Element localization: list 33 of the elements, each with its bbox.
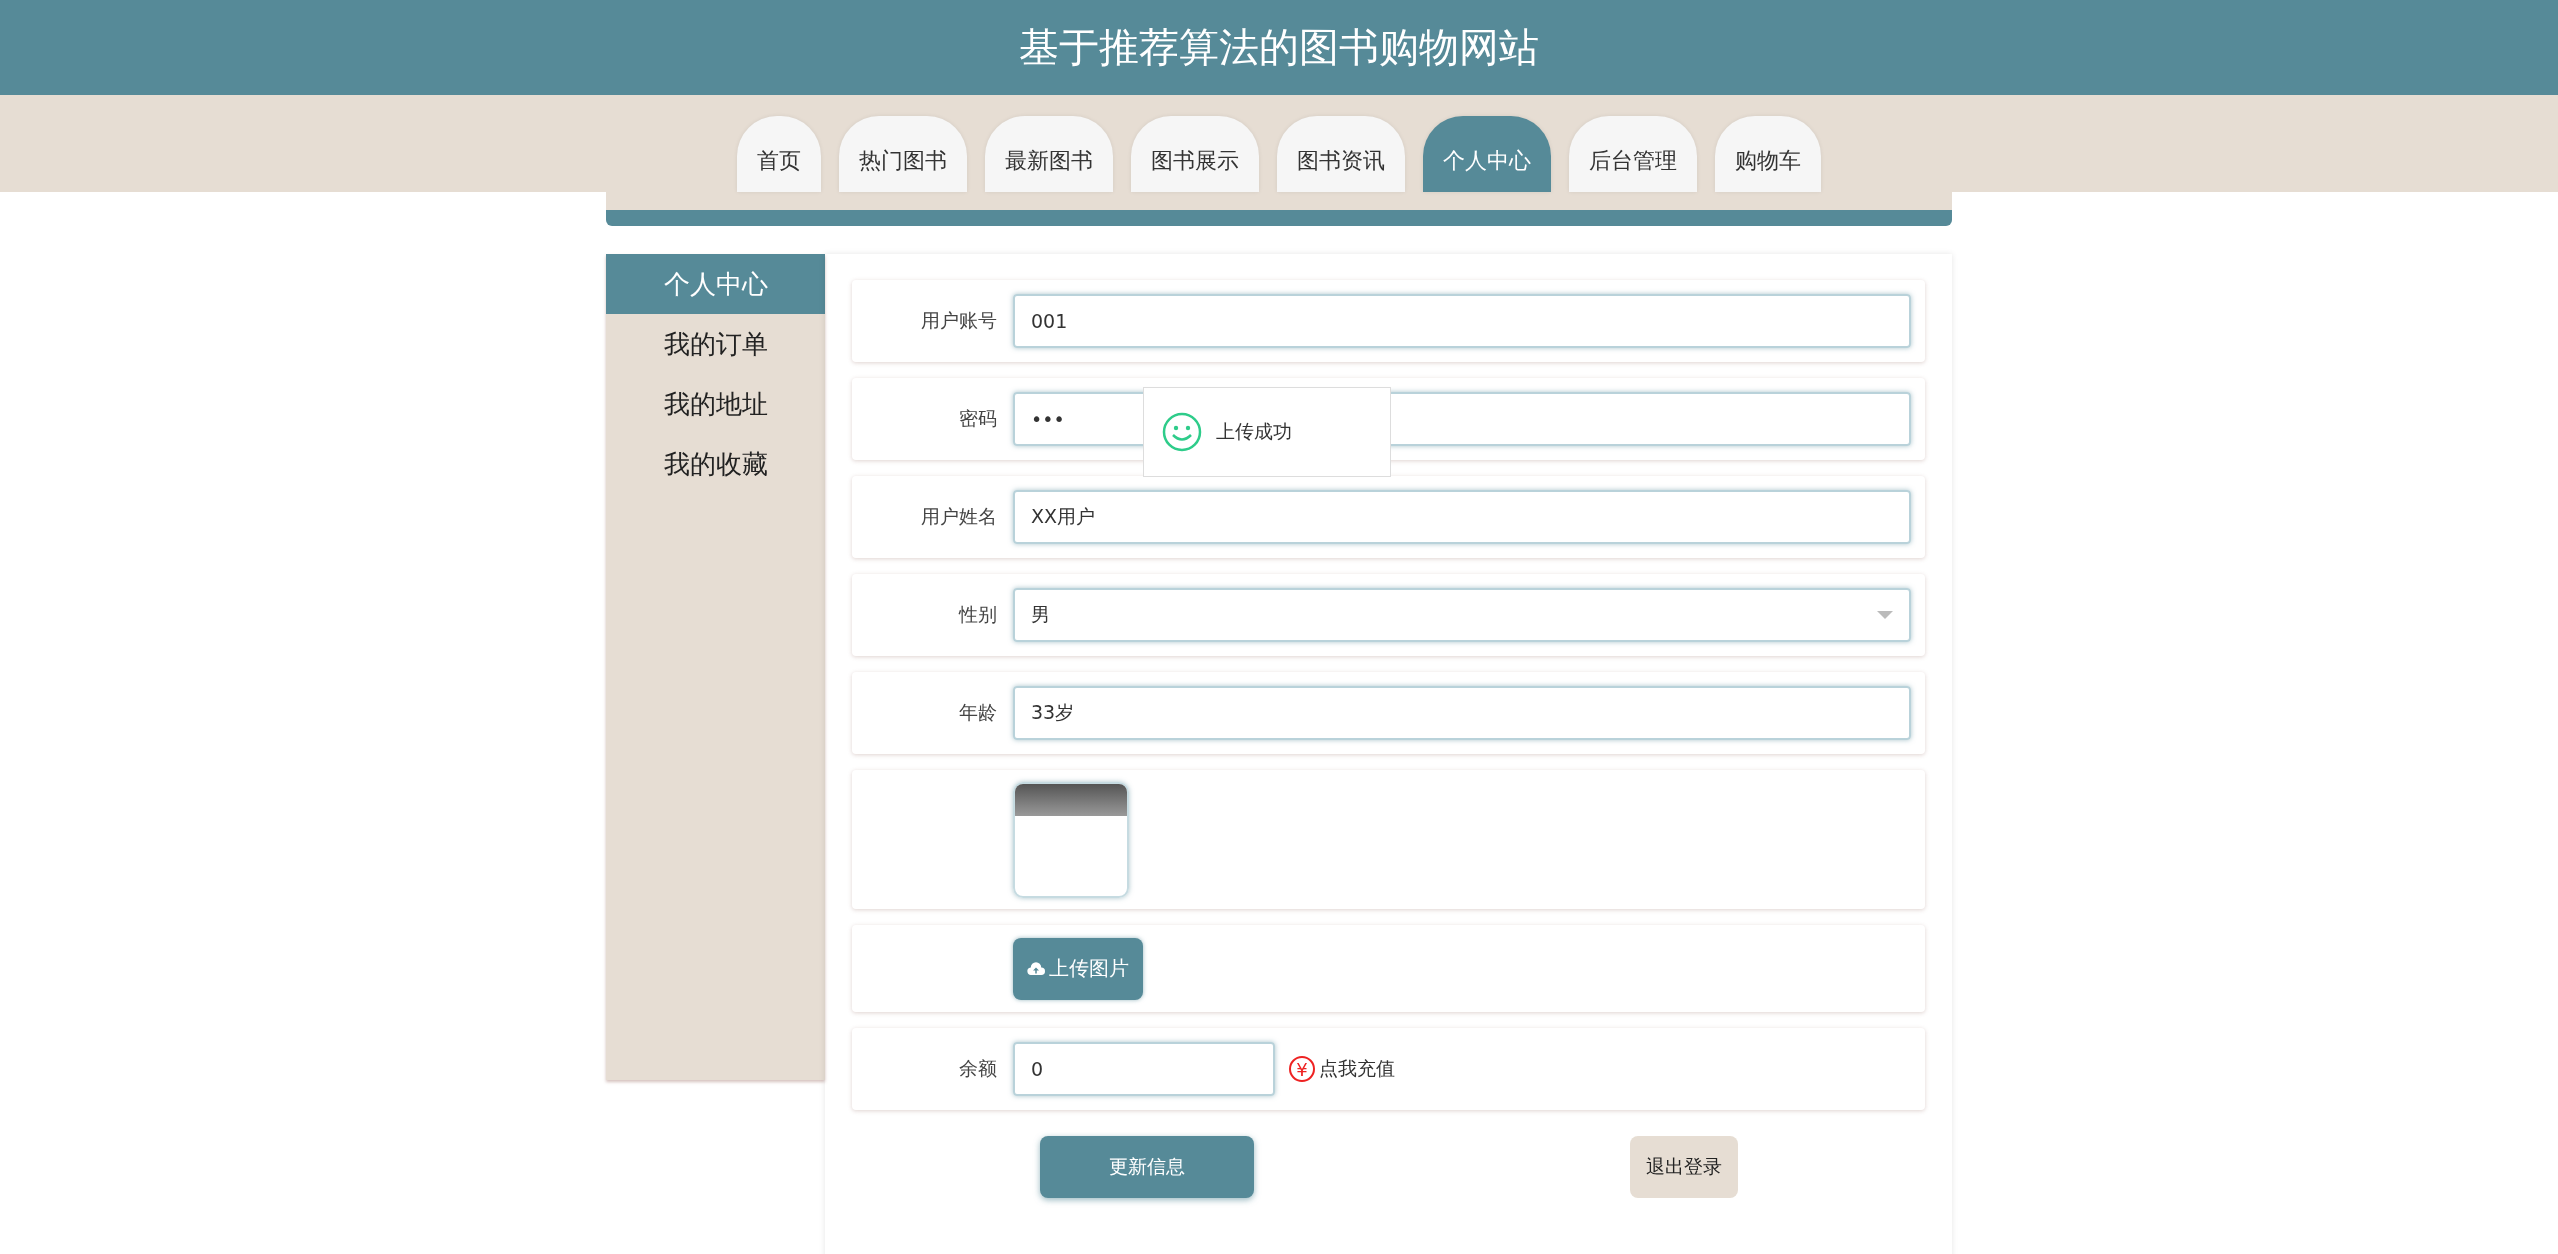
nav-tab[interactable]: 购物车	[1715, 116, 1821, 192]
site-title: 基于推荐算法的图书购物网站	[1019, 23, 1539, 72]
smiley-icon	[1162, 412, 1202, 452]
field-label: 年龄	[958, 700, 998, 725]
sidebar-item[interactable]: 个人中心	[606, 254, 825, 314]
recharge-link[interactable]: 点我充值	[1319, 1056, 1395, 1082]
nav-tab[interactable]: 后台管理	[1569, 116, 1697, 192]
nav-tab[interactable]: 热门图书	[839, 116, 967, 192]
field-label: 用户姓名	[920, 504, 998, 529]
field-label: 余额	[958, 1056, 998, 1081]
nav-tab[interactable]: 图书展示	[1131, 116, 1259, 192]
nav-tab[interactable]: 图书资讯	[1277, 116, 1405, 192]
yen-icon: ¥	[1289, 1056, 1315, 1082]
nav-tab[interactable]: 最新图书	[985, 116, 1113, 192]
field-label: 性别	[957, 602, 998, 627]
cloud-upload-icon	[1027, 961, 1045, 976]
toast-text: 上传成功	[1216, 419, 1292, 444]
sidebar-item[interactable]: 我的订单	[606, 314, 825, 374]
upload-button[interactable]: 上传图片	[1013, 937, 1143, 1000]
nav-tab[interactable]: 个人中心	[1423, 116, 1551, 192]
caret-icon	[1877, 611, 1893, 619]
logout-button[interactable]: 退出登录	[1630, 1136, 1738, 1198]
input-field[interactable]: XX用户	[1013, 490, 1911, 544]
field-label: 用户账号	[920, 308, 998, 333]
sidebar-item[interactable]: 我的收藏	[606, 434, 825, 494]
update-button[interactable]: 更新信息	[1040, 1136, 1254, 1198]
gender-select[interactable]: 男	[1013, 588, 1911, 642]
field-label: 密码	[958, 406, 998, 431]
nav-tab[interactable]: 首页	[737, 116, 821, 192]
input-field[interactable]: 33岁	[1013, 686, 1911, 740]
sidebar-item[interactable]: 我的地址	[606, 374, 825, 434]
input-field[interactable]: 001	[1013, 294, 1911, 348]
balance-field[interactable]: 0	[1013, 1042, 1275, 1096]
